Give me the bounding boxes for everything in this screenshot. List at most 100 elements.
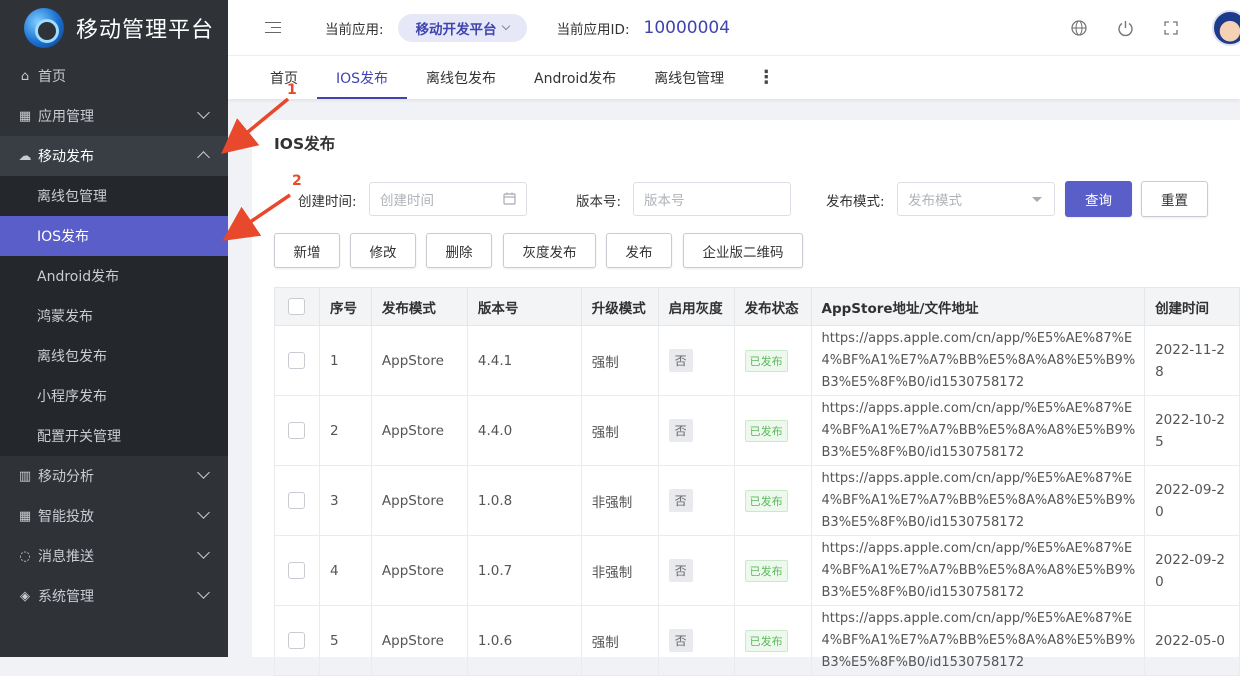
current-app-label: 当前应用: — [325, 21, 384, 38]
column-header: 发布状态 — [733, 287, 812, 326]
cell-upgrade: 非强制 — [580, 535, 659, 606]
row-checkbox-cell[interactable] — [274, 465, 320, 536]
row-checkbox[interactable] — [288, 632, 305, 649]
sidebar-item-label: 移动分析 — [38, 469, 94, 485]
sidebar-subitem-harmony-publish[interactable]: 鸿蒙发布 — [0, 296, 228, 336]
row-checkbox[interactable] — [288, 352, 305, 369]
sidebar-item-label: 智能投放 — [38, 509, 94, 525]
tab-android-publish[interactable]: Android发布 — [515, 56, 635, 99]
tab-bar: 首页 IOS发布 离线包发布 Android发布 离线包管理 ⋮ — [228, 56, 1240, 99]
gray-status-tag: 否 — [668, 489, 693, 512]
cell-status: 已发布 — [733, 465, 812, 536]
cell-no: 5 — [318, 605, 372, 676]
gray-release-button[interactable]: 灰度发布 — [503, 233, 596, 268]
column-header: 启用灰度 — [657, 287, 735, 326]
release-table: 序号 发布模式 版本号 升级模式 启用灰度 发布状态 AppStore地址/文件… — [274, 287, 1240, 676]
column-header: 序号 — [318, 287, 372, 326]
delete-button[interactable]: 删除 — [426, 233, 492, 268]
fullscreen-icon[interactable] — [1162, 19, 1180, 37]
sidebar-item-mobile-analytics[interactable]: ▥ 移动分析 — [0, 456, 228, 496]
row-checkbox-cell[interactable] — [274, 535, 320, 606]
cell-created: 2022-09-20 — [1144, 465, 1240, 536]
tab-ios-publish[interactable]: IOS发布 — [317, 56, 408, 99]
gray-status-tag: 否 — [668, 629, 693, 652]
table-row[interactable]: 4 AppStore 1.0.7 非强制否 已发布 https://apps.apple.… — [274, 535, 1240, 606]
annotation-label-2: 2 — [292, 173, 302, 189]
sidebar-item-home[interactable]: ⌂ 首页 — [0, 56, 228, 96]
logo[interactable]: 移动管理平台 — [0, 0, 228, 56]
cell-status: 已发布 — [733, 605, 812, 676]
edit-button[interactable]: 修改 — [350, 233, 416, 268]
row-checkbox-cell[interactable] — [274, 325, 320, 396]
row-checkbox-cell[interactable] — [274, 605, 320, 676]
status-badge: 已发布 — [744, 629, 788, 652]
cell-no: 2 — [318, 395, 372, 466]
grid-icon: ▦ — [18, 508, 32, 524]
reset-button[interactable]: 重置 — [1141, 181, 1208, 217]
status-badge: 已发布 — [744, 419, 788, 442]
app-id-label: 当前应用ID: — [556, 21, 630, 38]
query-button[interactable]: 查询 — [1065, 181, 1132, 217]
select-all-checkbox-cell[interactable] — [274, 287, 320, 326]
sidebar-item-label: 系统管理 — [38, 589, 94, 605]
publish-button[interactable]: 发布 — [606, 233, 672, 268]
sidebar-item-app-management[interactable]: ▦ 应用管理 — [0, 96, 228, 136]
sidebar-subitem-ios-publish[interactable]: IOS发布 — [0, 216, 228, 256]
sidebar-item-mobile-publish[interactable]: ☁ 移动发布 — [0, 136, 228, 176]
current-app-select[interactable]: 移动开发平台 — [397, 13, 527, 42]
cell-url: https://apps.apple.com/cn/app/%E5%AE%87%… — [810, 325, 1146, 396]
grid-icon: ▦ — [18, 108, 32, 124]
sidebar: 移动管理平台 ⌂ 首页 ▦ 应用管理 ☁ 移动发布 离线包管理 IOS发布 An… — [0, 0, 228, 657]
version-placeholder: 版本号 — [644, 193, 685, 209]
row-checkbox-cell[interactable] — [274, 395, 320, 466]
cell-created: 2022-09-20 — [1144, 535, 1240, 606]
create-time-input[interactable]: 创建时间 — [369, 182, 527, 216]
avatar[interactable] — [1212, 10, 1240, 46]
table-row[interactable]: 5 AppStore 1.0.6 强制否 已发布 https://apps.apple.c… — [274, 605, 1240, 676]
sidebar-subitem-offline-package-management[interactable]: 离线包管理 — [0, 176, 228, 216]
cell-upgrade: 强制 — [580, 395, 659, 466]
cell-version: 1.0.6 — [466, 605, 582, 676]
sidebar-item-smart-delivery[interactable]: ▦ 智能投放 — [0, 496, 228, 536]
select-all-checkbox[interactable] — [288, 298, 305, 315]
gray-status-tag: 否 — [668, 419, 693, 442]
create-time-label: 创建时间: — [298, 194, 357, 210]
cell-version: 4.4.0 — [466, 395, 582, 466]
cell-version: 4.4.1 — [466, 325, 582, 396]
globe-icon[interactable] — [1070, 19, 1088, 37]
row-checkbox[interactable] — [288, 422, 305, 439]
cell-no: 4 — [318, 535, 372, 606]
enterprise-qrcode-button[interactable]: 企业版二维码 — [683, 233, 803, 268]
row-checkbox[interactable] — [288, 562, 305, 579]
publish-mode-label: 发布模式: — [826, 194, 885, 210]
cell-mode: AppStore — [370, 325, 468, 396]
sidebar-item-push[interactable]: ◌ 消息推送 — [0, 536, 228, 576]
sidebar-item-system[interactable]: ◈ 系统管理 — [0, 576, 228, 616]
top-header: 当前应用: 移动开发平台 当前应用ID: 10000004 — [228, 0, 1240, 56]
caret-down-icon — [1032, 197, 1042, 202]
table-row[interactable]: 1 AppStore 4.4.1 强制否 已发布 https://apps.apple.c… — [274, 325, 1240, 396]
sidebar-subitem-miniprogram-publish[interactable]: 小程序发布 — [0, 376, 228, 416]
column-header: 发布模式 — [370, 287, 468, 326]
more-vertical-icon[interactable]: ⋮ — [743, 56, 775, 99]
publish-mode-select[interactable]: 发布模式 — [897, 182, 1055, 216]
cell-created: 2022-11-28 — [1144, 325, 1240, 396]
sidebar-subitem-config-switch[interactable]: 配置开关管理 — [0, 416, 228, 456]
chevron-down-icon — [197, 106, 210, 119]
annotation-label-1: 1 — [287, 82, 297, 98]
row-checkbox[interactable] — [288, 492, 305, 509]
tab-offline-package-publish[interactable]: 离线包发布 — [407, 56, 515, 99]
tab-offline-package-management[interactable]: 离线包管理 — [635, 56, 743, 99]
sidebar-subitem-android-publish[interactable]: Android发布 — [0, 256, 228, 296]
table-row[interactable]: 2 AppStore 4.4.0 强制否 已发布 https://apps.apple.c… — [274, 395, 1240, 466]
table-row[interactable]: 3 AppStore 1.0.8 非强制否 已发布 https://apps.apple.… — [274, 465, 1240, 536]
sidebar-subitem-offline-package-publish[interactable]: 离线包发布 — [0, 336, 228, 376]
menu-fold-icon[interactable] — [265, 21, 281, 35]
cell-upgrade: 非强制 — [580, 465, 659, 536]
version-input[interactable]: 版本号 — [633, 182, 791, 216]
cell-status: 已发布 — [733, 535, 812, 606]
logo-icon — [24, 8, 64, 48]
power-icon[interactable] — [1116, 19, 1134, 37]
chevron-down-icon — [197, 506, 210, 519]
layers-icon: ◈ — [20, 588, 30, 604]
